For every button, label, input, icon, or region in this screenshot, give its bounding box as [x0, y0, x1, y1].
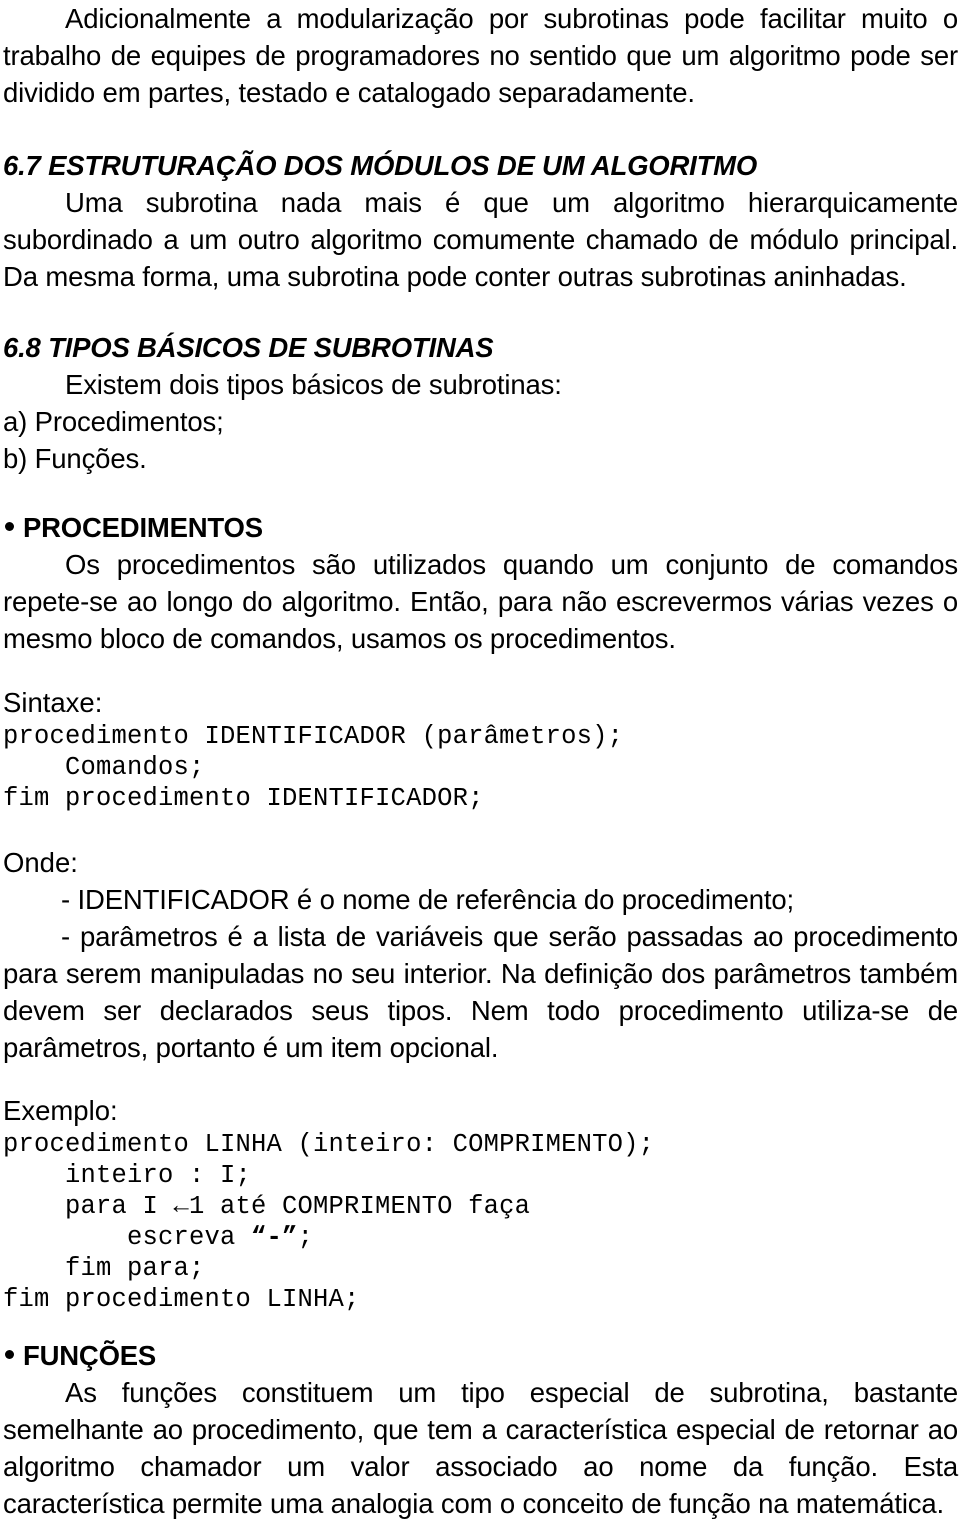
code-exemplo-line-4: escreva “-”;: [3, 1222, 958, 1253]
list-item-b: b) Funções.: [3, 443, 147, 474]
bullet-heading-procedimentos: PROCEDIMENTOS: [3, 510, 958, 546]
list-item-a: a) Procedimentos;: [3, 406, 224, 437]
code-sintaxe-line-1: procedimento IDENTIFICADOR (parâmetros);: [3, 722, 624, 751]
paragraph-procedimentos-body: Os procedimentos são utilizados quando u…: [3, 549, 958, 654]
heading-6-8: 6.8 TIPOS BÁSICOS DE SUBROTINAS: [3, 332, 494, 363]
document-page: Adicionalmente a modularização por subro…: [0, 0, 960, 1519]
bullet-heading-funcoes: FUNÇÕES: [3, 1338, 958, 1374]
paragraph-6-7-body: Uma subrotina nada mais é que um algorit…: [3, 187, 958, 292]
code-exemplo-line-4-suffix: ;: [297, 1223, 314, 1252]
code-exemplo-line-2: inteiro : I;: [3, 1161, 252, 1190]
bullet-heading-label-funcoes: FUNÇÕES: [23, 1340, 157, 1371]
code-exemplo-line-4-prefix: escreva: [3, 1223, 252, 1252]
bullet-dot-icon: [5, 1349, 14, 1359]
code-exemplo-line-3: para I ←1 até COMPRIMENTO faça: [3, 1192, 531, 1221]
onde-item-parametros: - parâmetros é a lista de variáveis que …: [3, 921, 958, 1063]
label-exemplo: Exemplo:: [3, 1095, 118, 1126]
code-exemplo-line-6: fim procedimento LINHA;: [3, 1285, 360, 1314]
code-sintaxe-line-2: Comandos;: [3, 753, 205, 782]
bullet-heading-label-procedimentos: PROCEDIMENTOS: [23, 512, 263, 543]
code-exemplo-line-4-quoted: “-”: [251, 1223, 298, 1252]
paragraph-funcoes-body: As funções constituem um tipo especial d…: [3, 1377, 958, 1519]
document-content: Adicionalmente a modularização por subro…: [3, 0, 958, 1522]
heading-6-7: 6.7 ESTRUTURAÇÃO DOS MÓDULOS DE UM ALGOR…: [3, 150, 758, 181]
label-onde: Onde:: [3, 847, 78, 878]
paragraph-intro: Adicionalmente a modularização por subro…: [3, 3, 958, 108]
bullet-dot-icon: [5, 521, 14, 531]
onde-item-identificador: - IDENTIFICADOR é o nome de referência d…: [61, 884, 795, 915]
label-sintaxe: Sintaxe:: [3, 687, 103, 718]
code-exemplo-line-5: fim para;: [3, 1254, 205, 1283]
paragraph-6-8-body: Existem dois tipos básicos de subrotinas…: [65, 369, 562, 400]
code-sintaxe-line-3: fim procedimento IDENTIFICADOR;: [3, 784, 484, 813]
code-exemplo-line-1: procedimento LINHA (inteiro: COMPRIMENTO…: [3, 1130, 655, 1159]
